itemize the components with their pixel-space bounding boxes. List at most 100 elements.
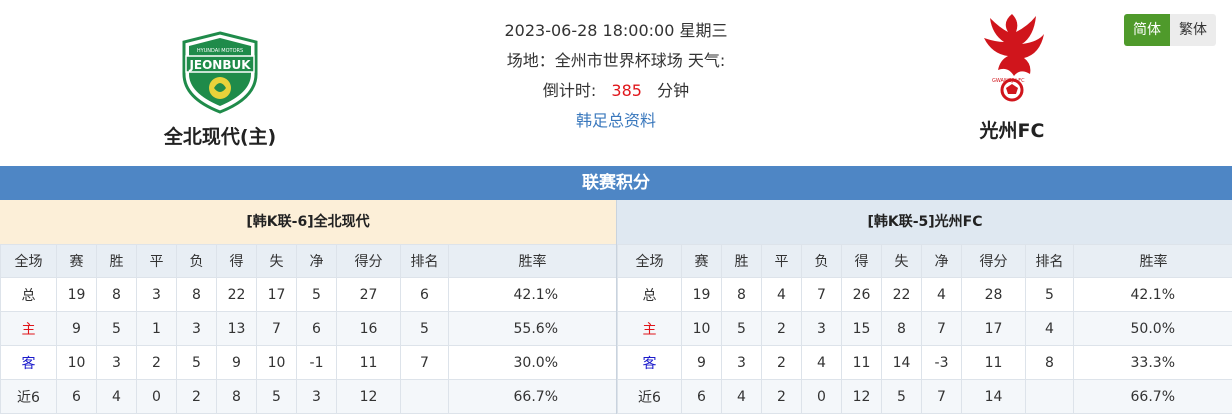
column-header: 失	[257, 245, 297, 278]
table-cell: 5	[97, 312, 137, 346]
home-team[interactable]: JEONBUK HYUNDAI MOTORS 全北现代(主)	[120, 18, 320, 149]
table-cell: 17	[257, 278, 297, 312]
column-header: 平	[762, 245, 802, 278]
table-cell: 5	[1026, 278, 1074, 312]
column-header: 得分	[337, 245, 401, 278]
table-cell: 6	[57, 380, 97, 414]
table-cell: 2	[762, 346, 802, 380]
home-team-name: 全北现代(主)	[120, 122, 320, 149]
away-standings-panel: [韩K联-5]光州FC 全场赛胜平负得失净得分排名胜率 总19847262242…	[616, 200, 1232, 414]
table-cell: 10	[257, 346, 297, 380]
table-cell: 11	[842, 346, 882, 380]
table-cell: 0	[802, 380, 842, 414]
table-cell: 4	[722, 380, 762, 414]
table-cell: 总	[618, 278, 682, 312]
away-standings-title: [韩K联-5]光州FC	[617, 200, 1232, 244]
away-team[interactable]: GWANGJU FC 光州FC	[912, 12, 1112, 143]
table-cell: 9	[57, 312, 97, 346]
table-cell: 4	[762, 278, 802, 312]
table-row: 客93241114-311833.3%	[618, 346, 1232, 380]
column-header: 胜率	[449, 245, 617, 278]
table-cell: 55.6%	[449, 312, 617, 346]
column-header: 得	[217, 245, 257, 278]
table-cell: 22	[217, 278, 257, 312]
table-cell: 7	[257, 312, 297, 346]
table-cell: 10	[682, 312, 722, 346]
column-header: 胜率	[1074, 245, 1232, 278]
table-cell: -1	[297, 346, 337, 380]
countdown-unit: 分钟	[657, 81, 689, 100]
table-cell: 8	[217, 380, 257, 414]
table-cell: 7	[401, 346, 449, 380]
traditional-button[interactable]: 繁体	[1170, 14, 1216, 46]
league-info-link[interactable]: 韩足总资料	[576, 111, 656, 130]
table-cell: 6	[401, 278, 449, 312]
table-cell: 11	[337, 346, 401, 380]
match-datetime: 2023-06-28 18:00:00 星期三	[416, 16, 816, 46]
table-cell: 主	[618, 312, 682, 346]
table-cell: 42.1%	[449, 278, 617, 312]
table-cell: 50.0%	[1074, 312, 1232, 346]
away-team-name: 光州FC	[912, 116, 1112, 143]
table-row: 主9513137616555.6%	[1, 312, 617, 346]
countdown-label: 倒计时:	[543, 81, 596, 100]
column-header: 得	[842, 245, 882, 278]
column-header: 排名	[1026, 245, 1074, 278]
table-cell: 客	[1, 346, 57, 380]
column-header: 负	[802, 245, 842, 278]
table-cell: -3	[922, 346, 962, 380]
table-cell: 28	[962, 278, 1026, 312]
table-cell: 5	[257, 380, 297, 414]
table-cell: 客	[618, 346, 682, 380]
table-cell: 1	[137, 312, 177, 346]
table-cell: 3	[802, 312, 842, 346]
language-switch: 简体 繁体	[1124, 14, 1216, 46]
column-header: 全场	[618, 245, 682, 278]
column-header: 失	[882, 245, 922, 278]
table-cell: 66.7%	[1074, 380, 1232, 414]
table-cell: 8	[1026, 346, 1074, 380]
countdown: 倒计时: 385 分钟	[416, 76, 816, 106]
table-cell: 近6	[618, 380, 682, 414]
match-header: JEONBUK HYUNDAI MOTORS 全北现代(主) 2023-06-2…	[0, 0, 1232, 166]
column-header: 胜	[97, 245, 137, 278]
table-cell: 10	[57, 346, 97, 380]
table-cell: 8	[97, 278, 137, 312]
column-header: 胜	[722, 245, 762, 278]
table-cell: 主	[1, 312, 57, 346]
column-header: 平	[137, 245, 177, 278]
home-team-logo: JEONBUK HYUNDAI MOTORS	[120, 18, 320, 114]
away-team-logo: GWANGJU FC	[912, 12, 1112, 108]
jeonbuk-shield-icon: JEONBUK HYUNDAI MOTORS	[178, 30, 262, 114]
table-cell: 17	[962, 312, 1026, 346]
table-cell: 22	[882, 278, 922, 312]
table-cell: 2	[762, 380, 802, 414]
home-standings-title: [韩K联-6]全北现代	[0, 200, 616, 244]
table-cell: 26	[842, 278, 882, 312]
svg-text:GWANGJU FC: GWANGJU FC	[992, 78, 1025, 84]
simplified-button[interactable]: 简体	[1124, 14, 1170, 46]
match-info: 2023-06-28 18:00:00 星期三 场地：全州市世界杯球场 天气: …	[416, 16, 816, 136]
table-cell: 13	[217, 312, 257, 346]
table-row: 客10325910-111730.0%	[1, 346, 617, 380]
table-cell: 4	[1026, 312, 1074, 346]
column-header: 全场	[1, 245, 57, 278]
table-cell: 2	[177, 380, 217, 414]
table-cell: 3	[297, 380, 337, 414]
table-cell: 19	[57, 278, 97, 312]
column-header: 赛	[682, 245, 722, 278]
table-cell: 7	[922, 380, 962, 414]
table-cell	[1026, 380, 1074, 414]
table-cell: 5	[722, 312, 762, 346]
home-standings-table: 全场赛胜平负得失净得分排名胜率 总198382217527642.1%主9513…	[0, 244, 617, 414]
table-row: 近664028531266.7%	[1, 380, 617, 414]
table-cell: 4	[922, 278, 962, 312]
table-cell: 66.7%	[449, 380, 617, 414]
table-row: 近6642012571466.7%	[618, 380, 1232, 414]
table-cell: 4	[97, 380, 137, 414]
table-cell: 14	[882, 346, 922, 380]
column-header: 净	[922, 245, 962, 278]
svg-text:JEONBUK: JEONBUK	[188, 58, 251, 72]
table-cell: 2	[762, 312, 802, 346]
svg-text:HYUNDAI MOTORS: HYUNDAI MOTORS	[197, 48, 243, 54]
